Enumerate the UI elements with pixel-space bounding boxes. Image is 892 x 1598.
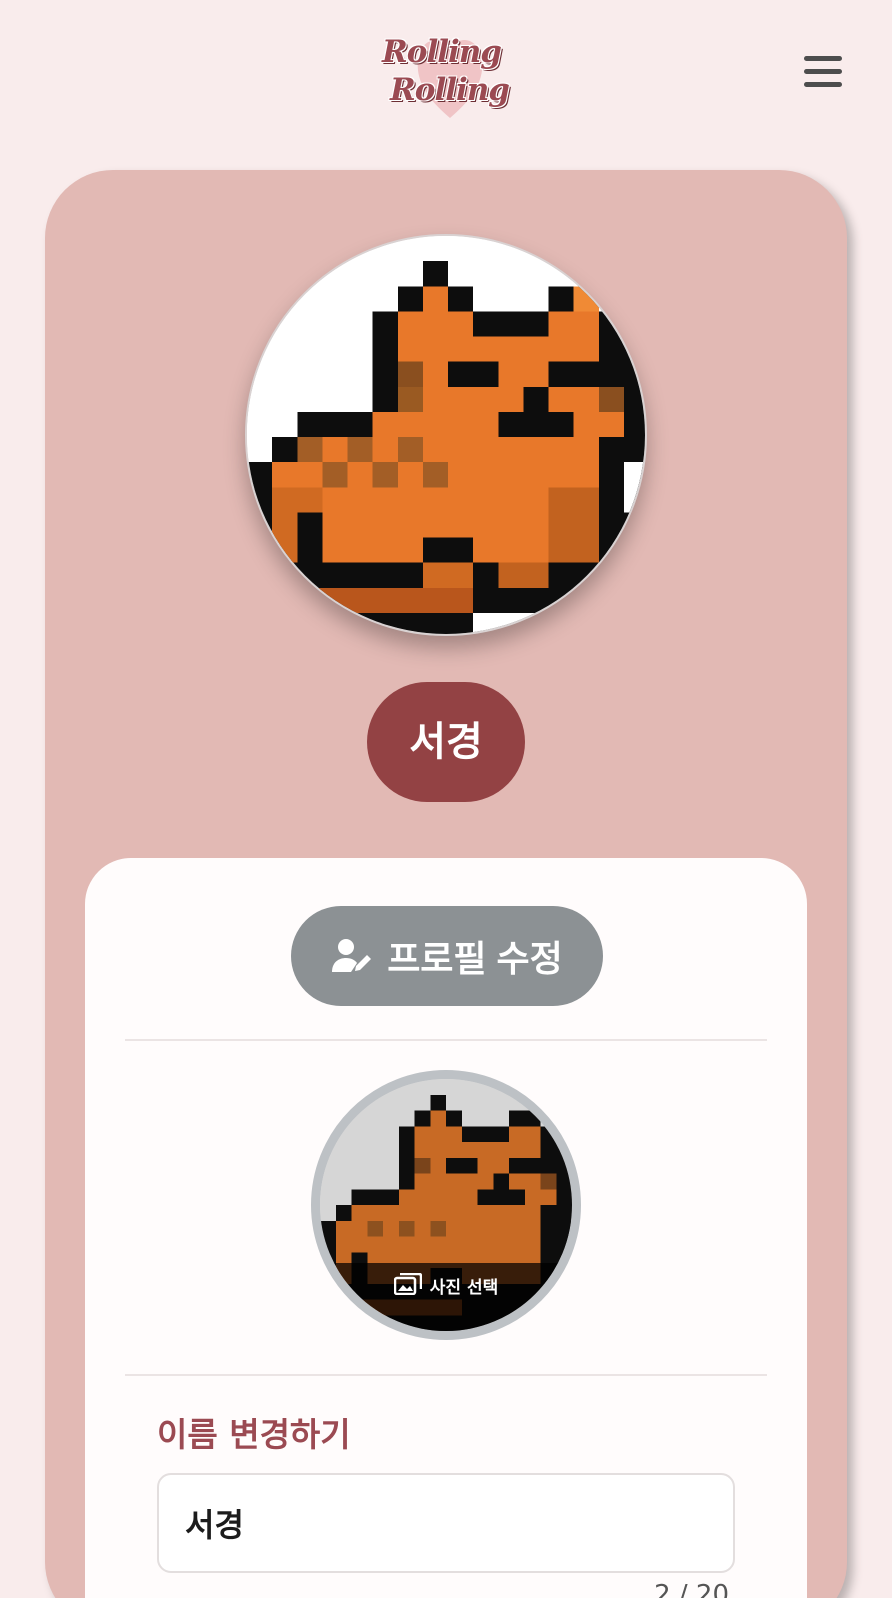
profile-name-badge: 서경	[367, 682, 525, 802]
photo-select-overlay[interactable]: 사진 선택	[320, 1263, 572, 1331]
edit-profile-panel: 프로필 수정 사진 선택 이름 변경하기 서경 2 / 20	[85, 858, 807, 1598]
profile-avatar	[245, 234, 647, 636]
menu-button[interactable]	[800, 52, 844, 92]
logo-text-line1: Rolling	[382, 34, 502, 70]
divider	[125, 1039, 767, 1041]
hamburger-menu-icon	[804, 56, 842, 87]
image-icon	[393, 1273, 422, 1295]
pixel-cat-image	[247, 236, 645, 634]
rename-label: 이름 변경하기	[157, 1415, 351, 1454]
rolling-logo[interactable]: Rolling Rolling	[376, 22, 516, 126]
header: Rolling Rolling	[0, 0, 892, 150]
name-input[interactable]	[157, 1473, 735, 1573]
profile-card: 서경 프로필 수정 사진 선택 이름 변경하기 서경 2 / 20	[45, 170, 847, 1598]
edit-profile-button[interactable]: 프로필 수정	[291, 906, 603, 1006]
avatar-upload[interactable]: 사진 선택	[311, 1070, 581, 1340]
char-counter: 2 / 20	[654, 1580, 729, 1598]
edit-profile-label: 프로필 수정	[387, 938, 563, 979]
photo-select-label: 사진 선택	[429, 1278, 499, 1298]
user-edit-icon	[332, 939, 372, 972]
logo-text-line2: Rolling	[390, 72, 510, 108]
divider	[125, 1374, 767, 1376]
